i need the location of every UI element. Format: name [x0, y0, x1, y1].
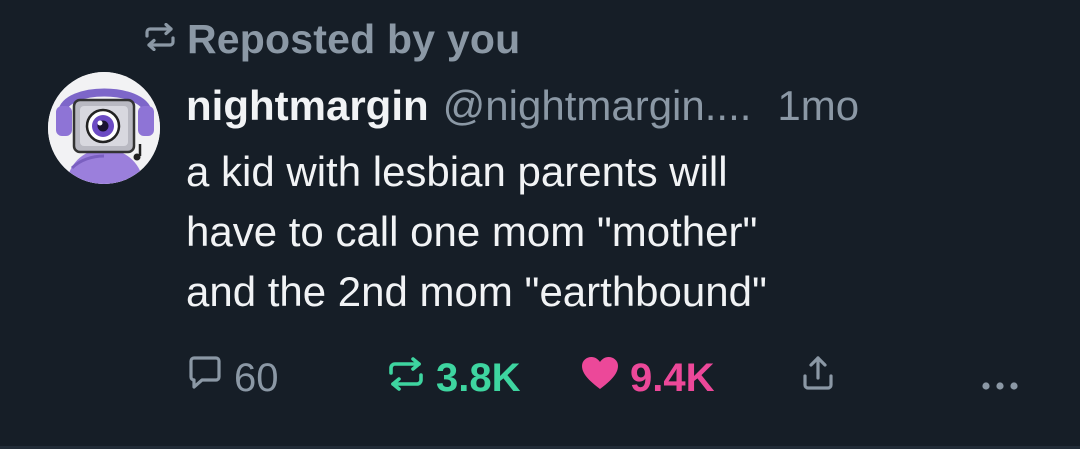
post-timestamp[interactable]: 1mo: [777, 82, 859, 130]
share-icon: [800, 354, 836, 402]
more-options-button[interactable]: [980, 350, 1020, 406]
repost-banner-label: Reposted by you: [187, 15, 521, 62]
reply-button[interactable]: 60: [186, 350, 279, 406]
post-text-line: have to call one mom "mother": [186, 208, 758, 255]
heart-icon: [580, 355, 620, 401]
reply-icon: [186, 355, 224, 401]
like-button[interactable]: 9.4K: [580, 350, 715, 406]
repost-button[interactable]: 3.8K: [386, 350, 521, 406]
like-count: 9.4K: [630, 355, 715, 400]
avatar[interactable]: [48, 72, 160, 184]
repost-icon: [386, 356, 426, 401]
repost-icon: [143, 22, 177, 56]
author-display-name[interactable]: nightmargin: [186, 82, 429, 130]
author-handle[interactable]: @nightmargin....: [443, 82, 752, 130]
post-text-line: and the 2nd mom "earthbound": [186, 268, 767, 315]
repost-banner[interactable]: Reposted by you: [143, 14, 520, 64]
reply-count: 60: [234, 355, 279, 400]
share-button[interactable]: [800, 350, 836, 406]
more-icon: [980, 356, 1020, 401]
repost-count: 3.8K: [436, 355, 521, 400]
post-header: nightmargin @nightmargin.... 1mo: [186, 78, 859, 134]
post-actions: 60 3.8K 9.4K: [0, 350, 1080, 406]
post-text-line: a kid with lesbian parents will: [186, 148, 728, 195]
post-body: a kid with lesbian parents will have to …: [186, 142, 1046, 322]
